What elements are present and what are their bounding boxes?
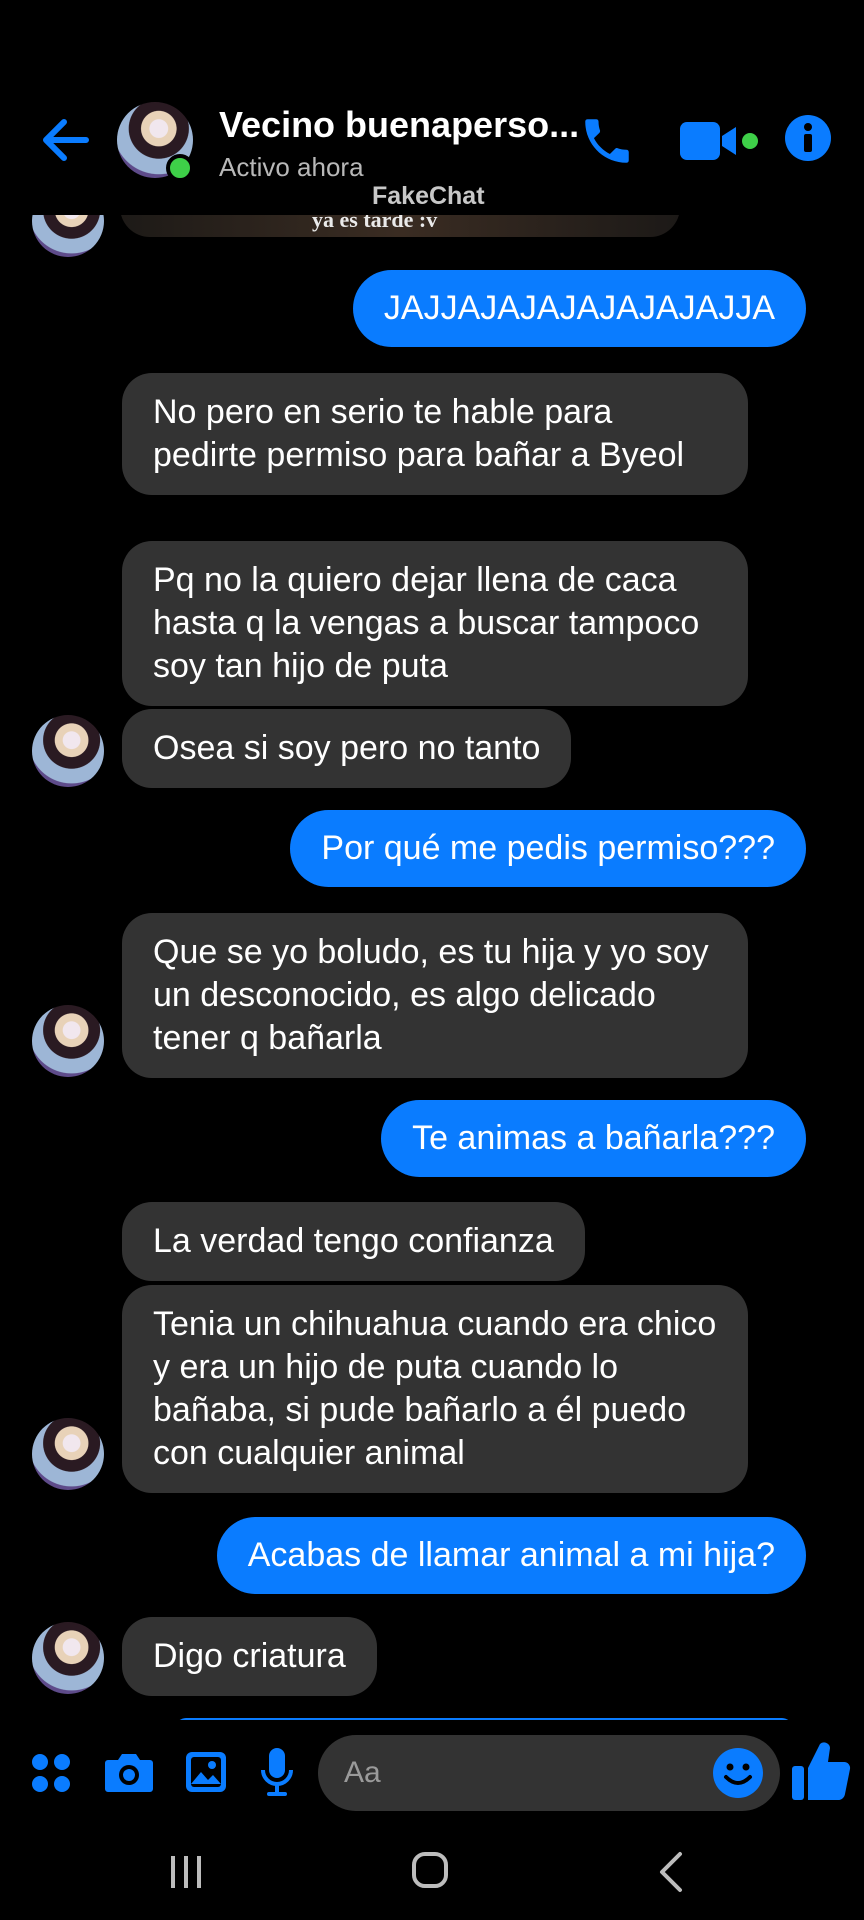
contact-avatar-small	[32, 1005, 104, 1077]
online-status-dot	[166, 154, 194, 182]
thumbs-up-icon[interactable]	[790, 1738, 852, 1804]
system-navigation-bar	[0, 1830, 864, 1920]
video-camera-icon[interactable]	[680, 118, 760, 164]
camera-icon[interactable]	[104, 1750, 154, 1794]
back-nav-icon[interactable]	[656, 1850, 686, 1894]
message-bubble-sent[interactable]: Acabas de llamar animal a mi hija?	[216, 1517, 806, 1594]
message-bubble-sent[interactable]: Por qué me pedis permiso???	[290, 810, 806, 887]
microphone-icon[interactable]	[260, 1746, 294, 1798]
home-icon[interactable]	[410, 1850, 450, 1890]
message-bubble-sent[interactable]: Te animas a bañarla???	[381, 1100, 806, 1177]
message-bubble-received[interactable]: La verdad tengo confianza	[122, 1202, 585, 1281]
apps-icon[interactable]	[30, 1752, 72, 1794]
info-icon[interactable]	[784, 114, 832, 162]
message-bubble-received[interactable]: No pero en serio te hable para pedirte p…	[122, 373, 748, 495]
contact-name[interactable]: Vecino buenaperso...	[219, 104, 579, 146]
emoji-icon[interactable]	[712, 1747, 764, 1799]
contact-avatar-small	[32, 1418, 104, 1490]
back-arrow-icon[interactable]	[40, 118, 90, 162]
phone-icon[interactable]	[578, 112, 636, 170]
fakechat-watermark: FakeChat	[372, 182, 485, 210]
message-bubble-sent[interactable]: JAJJAJAJAJAJAJAJAJJA	[352, 270, 806, 347]
recents-icon[interactable]	[168, 1852, 204, 1892]
contact-avatar-small	[32, 715, 104, 787]
contact-avatar-small	[32, 1622, 104, 1694]
message-list[interactable]: ya es tarde :v JAJJAJAJAJAJAJAJAJJA No p…	[0, 185, 864, 1734]
active-status: Activo ahora	[219, 152, 364, 182]
message-bubble-received[interactable]: Que se yo boludo, es tu hija y yo soy un…	[122, 913, 748, 1078]
message-bubble-received[interactable]: Osea si soy pero no tanto	[122, 709, 572, 788]
message-input-box[interactable]	[318, 1735, 780, 1811]
image-icon[interactable]	[184, 1750, 228, 1794]
message-bubble-received[interactable]: Digo criatura	[122, 1617, 377, 1696]
message-bubble-received[interactable]: Pq no la quiero dejar llena de caca hast…	[122, 541, 748, 706]
message-bubble-received[interactable]: Tenia un chihuahua cuando era chico y er…	[122, 1285, 748, 1493]
message-input-placeholder[interactable]: Aa	[344, 1756, 381, 1790]
